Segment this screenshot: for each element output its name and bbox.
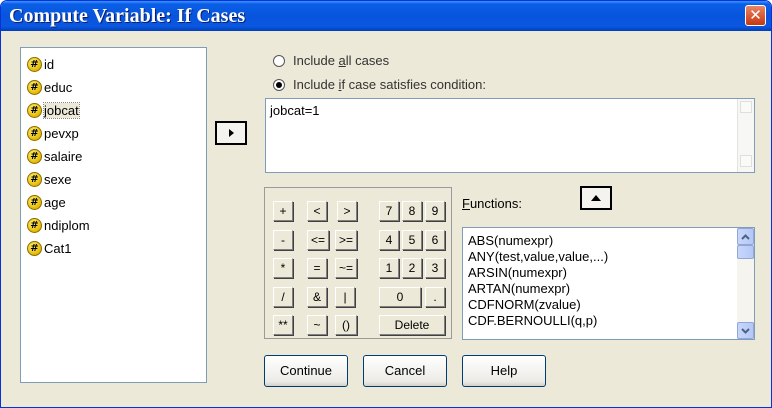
scroll-thumb[interactable] xyxy=(737,245,754,259)
key-7[interactable]: 7 xyxy=(379,201,399,221)
key-4[interactable]: 4 xyxy=(379,230,399,250)
variable-label: id xyxy=(44,56,55,72)
numeric-variable-icon: # xyxy=(27,240,42,256)
key-equals[interactable]: = xyxy=(307,258,327,278)
include-all-cases-label: Include all cases xyxy=(293,53,390,68)
key-plus[interactable]: + xyxy=(273,201,293,221)
numeric-variable-icon: # xyxy=(27,125,42,141)
numeric-variable-icon: # xyxy=(27,148,42,164)
key-less-equal[interactable]: <= xyxy=(307,230,329,250)
arrow-right-icon xyxy=(229,129,234,137)
key-2[interactable]: 2 xyxy=(402,258,422,278)
numeric-variable-icon: # xyxy=(27,217,42,233)
key-9[interactable]: 9 xyxy=(425,201,445,221)
variable-item[interactable]: # sexe xyxy=(27,169,75,189)
variable-item[interactable]: # age xyxy=(27,192,70,212)
variable-label: Cat1 xyxy=(44,240,72,256)
variable-label: age xyxy=(44,194,66,210)
functions-list[interactable]: ABS(numexpr) ANY(test,value,value,...) A… xyxy=(462,227,755,340)
key-minus[interactable]: - xyxy=(273,230,293,250)
title-bar[interactable]: Compute Variable: If Cases ✕ xyxy=(1,1,771,31)
key-3[interactable]: 3 xyxy=(425,258,445,278)
key-divide[interactable]: / xyxy=(273,287,293,307)
variable-label: ndiplom xyxy=(44,217,90,233)
numeric-variable-icon: # xyxy=(27,171,42,187)
radio-button-checked[interactable] xyxy=(273,78,285,91)
variable-label: salaire xyxy=(44,148,83,164)
key-power[interactable]: ** xyxy=(273,315,293,335)
key-5[interactable]: 5 xyxy=(402,230,422,250)
window-title: Compute Variable: If Cases xyxy=(9,5,246,27)
chevron-up-icon xyxy=(741,233,750,240)
variable-item[interactable]: # pevxp xyxy=(27,123,83,143)
scroll-up-disabled-icon xyxy=(740,101,752,113)
function-item[interactable]: ABS(numexpr) xyxy=(468,233,553,249)
key-less-than[interactable]: < xyxy=(307,201,327,221)
condition-expression-text: jobcat=1 xyxy=(270,103,320,118)
scroll-down-disabled-icon xyxy=(740,155,752,167)
condition-expression-box[interactable]: jobcat=1 xyxy=(265,98,755,173)
radio-button[interactable] xyxy=(273,54,285,67)
include-if-condition-label: Include if case satisfies condition: xyxy=(293,77,486,92)
variable-item[interactable]: # id xyxy=(27,54,58,74)
key-0[interactable]: 0 xyxy=(379,287,421,307)
key-not[interactable]: ~ xyxy=(307,315,327,335)
numeric-variable-icon: # xyxy=(27,194,42,210)
key-delete[interactable]: Delete xyxy=(379,315,445,335)
function-item[interactable]: ARTAN(numexpr) xyxy=(468,281,570,297)
function-item[interactable]: CDFNORM(zvalue) xyxy=(468,297,581,313)
variable-label: jobcat xyxy=(43,101,80,119)
numeric-variable-icon: # xyxy=(27,79,42,95)
key-decimal[interactable]: . xyxy=(425,287,445,307)
key-greater-equal[interactable]: >= xyxy=(335,230,357,250)
functions-label: Functions: xyxy=(462,196,522,211)
variable-item-selected[interactable]: # jobcat xyxy=(27,100,83,120)
paste-function-button[interactable] xyxy=(580,186,612,210)
continue-button[interactable]: Continue xyxy=(264,355,348,387)
variable-label: sexe xyxy=(44,171,72,187)
key-or[interactable]: | xyxy=(335,287,355,307)
key-not-equal[interactable]: ~= xyxy=(335,258,357,278)
include-if-condition-radio[interactable]: Include if case satisfies condition: xyxy=(273,77,486,92)
function-item[interactable]: ANY(test,value,value,...) xyxy=(468,249,608,265)
key-parentheses[interactable]: () xyxy=(335,315,357,335)
variable-label: educ xyxy=(44,79,73,95)
cancel-button[interactable]: Cancel xyxy=(363,355,447,387)
variable-item[interactable]: # ndiplom xyxy=(27,215,94,235)
numeric-variable-icon: # xyxy=(27,102,42,118)
key-1[interactable]: 1 xyxy=(379,258,399,278)
key-8[interactable]: 8 xyxy=(402,201,422,221)
calculator-keypad: + < > 7 8 9 - <= >= 4 5 6 * = ~= 1 2 3 /… xyxy=(264,187,452,339)
function-item[interactable]: ARSIN(numexpr) xyxy=(468,265,567,281)
include-all-cases-radio[interactable]: Include all cases xyxy=(273,53,389,68)
scroll-down-button[interactable] xyxy=(737,322,754,339)
key-6[interactable]: 6 xyxy=(425,230,445,250)
chevron-down-icon xyxy=(741,327,750,334)
help-button[interactable]: Help xyxy=(462,355,546,387)
close-icon: ✕ xyxy=(749,6,762,24)
key-greater-than[interactable]: > xyxy=(337,201,357,221)
function-item[interactable]: CDF.BERNOULLI(q,p) xyxy=(468,313,597,329)
close-button[interactable]: ✕ xyxy=(745,5,766,26)
key-and[interactable]: & xyxy=(307,287,327,307)
variable-label: pevxp xyxy=(44,125,79,141)
move-variable-button[interactable] xyxy=(215,121,247,145)
numeric-variable-icon: # xyxy=(27,56,42,72)
dialog-window: Compute Variable: If Cases ✕ # id # educ… xyxy=(0,0,772,408)
variable-item[interactable]: # educ xyxy=(27,77,76,97)
variable-item[interactable]: # salaire xyxy=(27,146,86,166)
scroll-up-button[interactable] xyxy=(737,228,754,245)
functions-scrollbar[interactable] xyxy=(737,228,754,339)
condition-scrollbar xyxy=(737,99,754,172)
key-multiply[interactable]: * xyxy=(273,258,293,278)
variable-item[interactable]: # Cat1 xyxy=(27,238,75,258)
variable-list[interactable]: # id # educ # jobcat # pevxp # salaire #… xyxy=(20,47,207,383)
arrow-up-icon xyxy=(591,195,601,201)
